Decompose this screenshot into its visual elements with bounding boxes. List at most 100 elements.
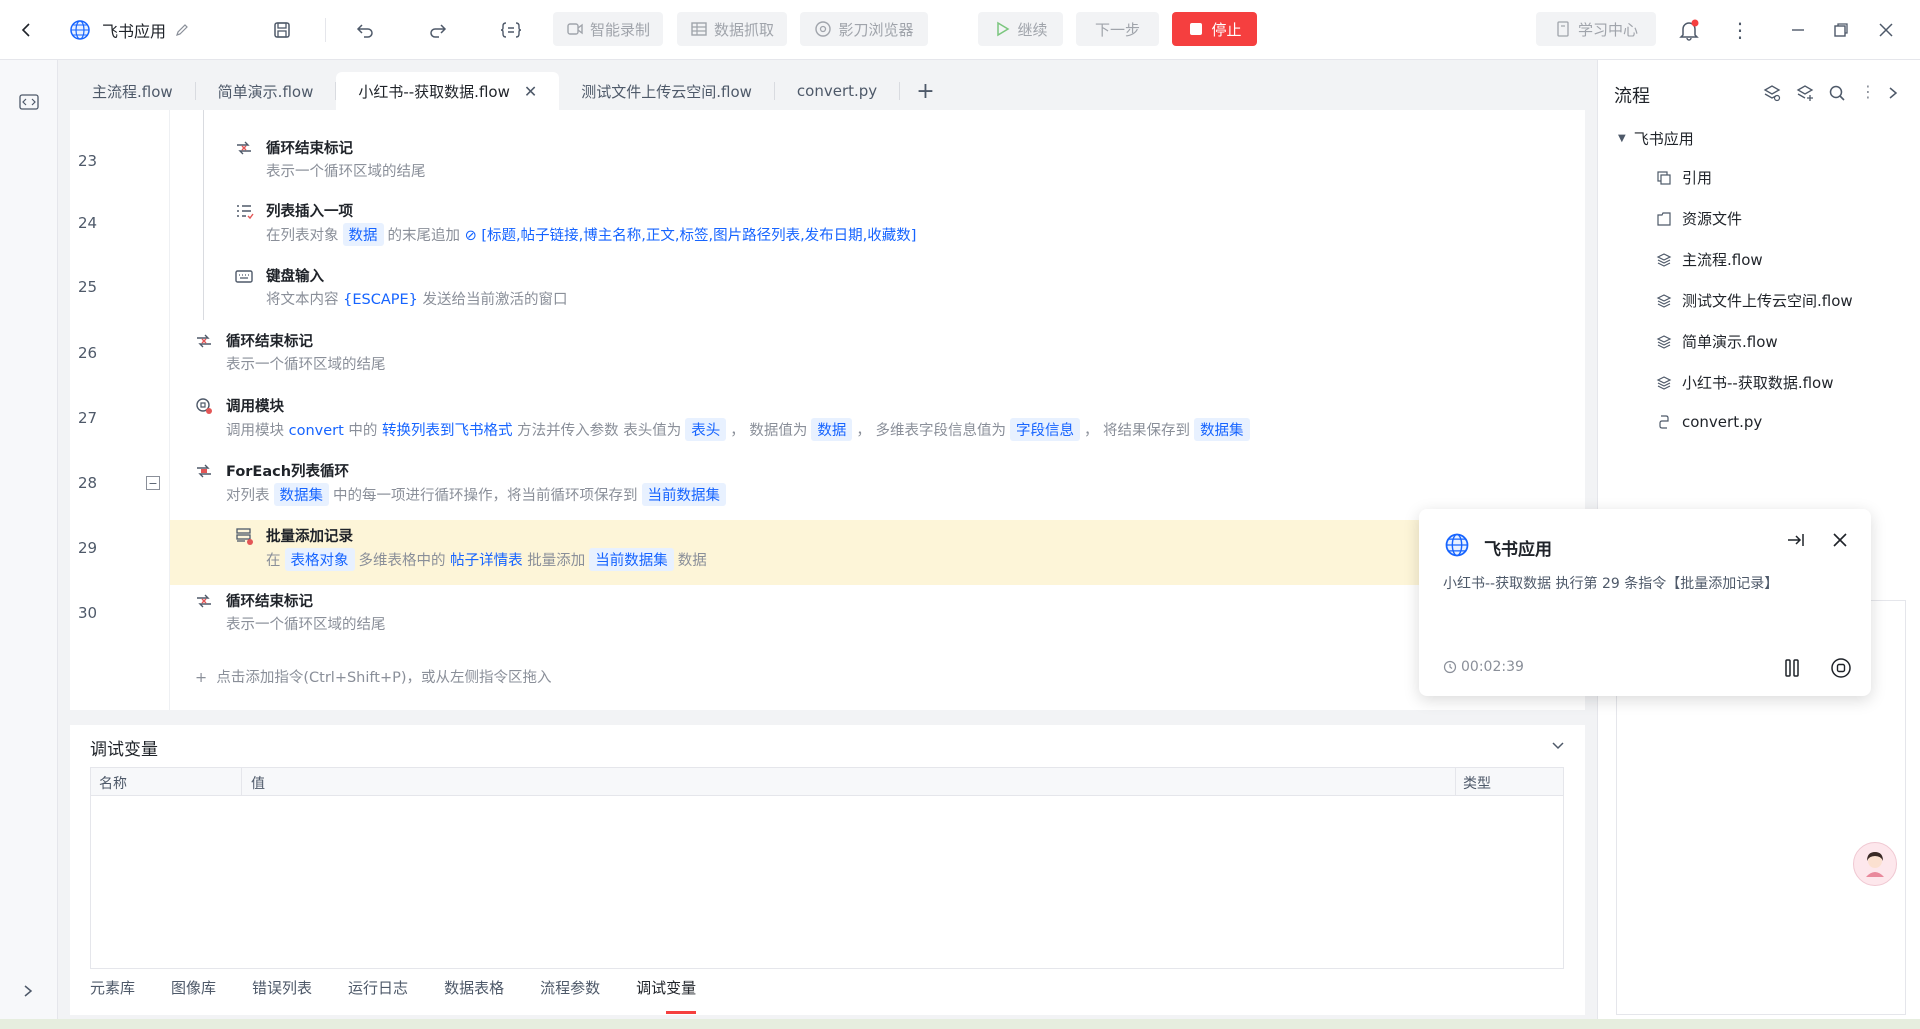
close-icon[interactable] [1832,532,1848,548]
undo-icon[interactable] [355,0,375,60]
tree-item-label: 资源文件 [1682,210,1743,228]
tab-flow-params[interactable]: 流程参数 [540,977,600,998]
notification-bell-icon[interactable] [1678,0,1700,60]
desc-text: 在 [266,553,281,569]
tree-item-label: 测试文件上传云空间.flow [1682,292,1853,310]
collapse-toggle[interactable]: − [146,476,160,490]
tab-image-library[interactable]: 图像库 [171,977,216,998]
variable-tag[interactable]: 数据 [342,223,384,246]
tab-debug-variables[interactable]: 调试变量 [636,977,697,1014]
module-name-text[interactable]: convert [289,423,344,439]
shadow-browser-button[interactable]: 影刀浏览器 [800,12,928,46]
close-window-icon[interactable] [1878,0,1894,60]
continue-button[interactable]: 继续 [978,12,1063,46]
stack-settings-icon[interactable] [1763,84,1781,102]
variable-tag[interactable]: 数据 [811,418,853,441]
data-capture-button[interactable]: 数据抓取 [677,12,787,46]
code-panel-icon[interactable] [19,94,39,110]
add-hint-text: 点击添加指令(Ctrl+Shift+P)，或从左侧指令区拖入 [216,670,552,686]
command-title: 批量添加记录 [266,529,353,545]
tree-item-resources[interactable]: 资源文件 [1656,208,1742,229]
elapsed-time-text: 00:02:39 [1461,659,1524,675]
minimize-icon[interactable] [1790,0,1806,60]
restore-icon[interactable] [1833,0,1849,60]
variables-table: 名称 值 类型 [90,767,1564,969]
smart-record-button[interactable]: 智能录制 [553,12,663,46]
command-row-29-current[interactable]: 批量添加记录 在表格对象 多维表格中的 帖子详情表 批量添加 当前数据集 数据 [170,520,1585,585]
command-desc: 表示一个循环区域的结尾 [266,164,426,180]
layers-icon [1656,252,1672,268]
keyboard-icon [234,266,254,286]
call-module-icon [194,396,214,416]
variable-tag[interactable]: 当前数据集 [641,483,726,506]
method-name-text[interactable]: 转换列表到飞书格式 [382,423,513,439]
tree-item-simple-demo[interactable]: 简单演示.flow [1656,331,1778,352]
tree-item-xiaohongshu[interactable]: 小红书--获取数据.flow [1656,372,1834,393]
more-vertical-icon[interactable]: ⋮ [1860,82,1876,101]
command-row-25[interactable]: 键盘输入 将文本内容 {ESCAPE} 发送给当前激活的窗口 [170,260,1585,325]
next-step-button[interactable]: 下一步 [1076,12,1159,46]
link-icon: ⊘ [464,228,477,244]
tree-item-convert-py[interactable]: convert.py [1656,413,1762,431]
expand-chevron-icon[interactable] [22,984,34,998]
command-row-27[interactable]: 调用模块 调用模块 convert 中的 转换列表到飞书格式 方法并传入参数 表… [170,390,1585,455]
more-vertical-icon[interactable]: ⋮ [1730,0,1750,60]
tree-item-upload-test[interactable]: 测试文件上传云空间.flow [1656,290,1853,311]
pause-icon[interactable] [1781,657,1803,679]
search-icon[interactable] [1828,84,1846,102]
command-title: 键盘输入 [266,269,324,285]
variable-tag[interactable]: 数据集 [273,483,329,506]
learn-center-button[interactable]: 学习中心 [1536,12,1656,46]
keystroke-text[interactable]: {ESCAPE} [343,292,418,308]
stop-circle-icon[interactable] [1830,657,1852,679]
chevron-down-icon[interactable] [1551,741,1565,751]
variable-icon[interactable] [500,0,522,60]
popup-message: 小红书--获取数据 执行第 29 条指令【批量添加记录】 [1443,576,1779,592]
edit-name-icon[interactable] [175,0,189,60]
save-icon[interactable] [272,0,292,60]
stop-button[interactable]: 停止 [1172,12,1257,46]
smart-record-label: 智能录制 [589,20,650,39]
add-flow-icon[interactable] [1796,84,1814,102]
command-row-30[interactable]: 循环结束标记 表示一个循环区域的结尾 [170,585,1585,650]
tab-xiaohongshu-flow[interactable]: 小红书--获取数据.flow ✕ [336,72,560,110]
desc-text: 数据 [677,553,707,569]
redo-icon[interactable] [428,0,448,60]
command-row-24[interactable]: 列表插入一项 在列表对象 数据 的末尾追加 ⊘ [标题,帖子链接,博主名称,正文,标… [170,195,1585,260]
table-name-text[interactable]: 帖子详情表 [450,553,523,569]
list-value-text[interactable]: [标题,帖子链接,博主名称,正文,标签,图片路径列表,发布日期,收藏数] [481,228,916,244]
variable-tag[interactable]: 当前数据集 [589,548,674,571]
collapse-right-icon[interactable] [1888,86,1898,100]
pin-right-icon[interactable] [1786,531,1806,549]
tree-item-references[interactable]: 引用 [1656,167,1712,188]
add-command-hint[interactable]: + 点击添加指令(Ctrl+Shift+P)，或从左侧指令区拖入 [195,666,552,687]
assistant-avatar[interactable] [1853,842,1897,886]
command-row-26[interactable]: 循环结束标记 表示一个循环区域的结尾 [170,325,1585,390]
back-icon[interactable] [18,0,36,60]
tree-item-label: 简单演示.flow [1682,333,1778,351]
command-row-23[interactable]: 循环结束标记 表示一个循环区域的结尾 [170,130,1585,195]
variable-tag[interactable]: 数据集 [1194,418,1250,441]
tab-main-flow[interactable]: 主流程.flow [70,72,195,110]
tree-item-main-flow[interactable]: 主流程.flow [1656,249,1763,270]
command-row-28[interactable]: ForEach列表循环 对列表 数据集 中的每一项进行循环操作，将当前循环项保存到当… [170,455,1585,520]
flow-editor: 23 循环结束标记 表示一个循环区域的结尾 24 列表插入一项 在列表对象 数据的… [70,110,1585,710]
panel-title: 流程 [1614,86,1650,107]
tab-error-list[interactable]: 错误列表 [252,977,312,998]
tab-element-library[interactable]: 元素库 [90,977,135,998]
variable-tag[interactable]: 表格对象 [284,548,355,571]
file-tabs: 主流程.flow 简单演示.flow 小红书--获取数据.flow ✕ 测试文件上… [70,72,1585,110]
plus-icon: + [195,670,208,686]
globe-icon [68,0,92,60]
command-title: 循环结束标记 [266,141,353,157]
variable-tag[interactable]: 表头 [685,418,727,441]
variable-tag[interactable]: 字段信息 [1009,418,1080,441]
add-tab-icon[interactable]: + [900,72,950,110]
tree-root-app[interactable]: ▼ 飞书应用 [1618,128,1694,149]
tab-upload-test[interactable]: 测试文件上传云空间.flow [559,72,774,110]
tab-convert-py[interactable]: convert.py [775,72,899,110]
close-tab-icon[interactable]: ✕ [524,82,537,101]
tab-run-log[interactable]: 运行日志 [348,977,408,998]
tab-simple-demo[interactable]: 简单演示.flow [196,72,336,110]
tab-data-table[interactable]: 数据表格 [444,977,504,998]
